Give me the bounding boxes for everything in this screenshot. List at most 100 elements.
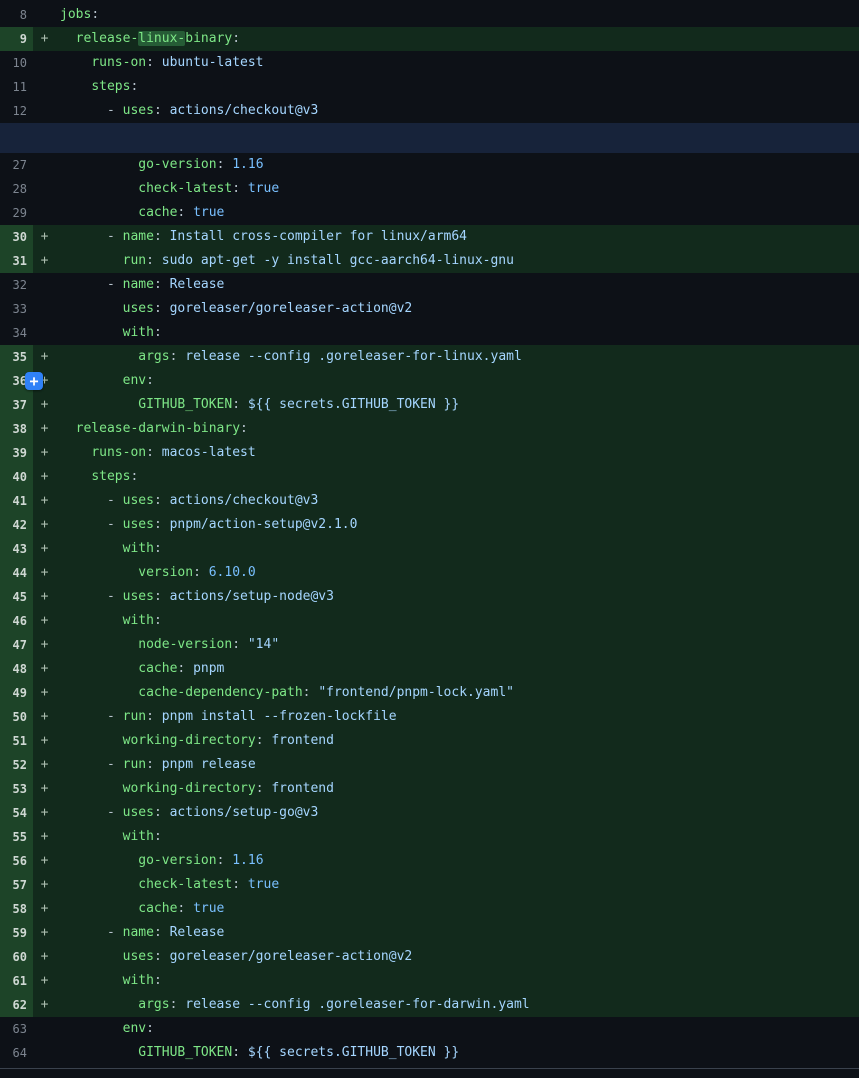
diff-line-40: 40+ steps:: [0, 465, 859, 489]
line-number[interactable]: 12: [0, 99, 33, 123]
line-number[interactable]: 52: [0, 753, 33, 777]
line-number[interactable]: 28: [0, 177, 33, 201]
diff-marker: +: [33, 897, 56, 921]
line-number[interactable]: 29: [0, 201, 33, 225]
line-number[interactable]: 63: [0, 1017, 33, 1041]
line-number[interactable]: 35: [0, 345, 33, 369]
diff-line-45: 45+ - uses: actions/setup-node@v3: [0, 585, 859, 609]
file-bottom-divider: [0, 1068, 859, 1069]
line-number[interactable]: 54: [0, 801, 33, 825]
diff-marker: +: [33, 609, 56, 633]
code-line: with:: [56, 969, 162, 993]
diff-line-32: 32 - name: Release: [0, 273, 859, 297]
diff-line-62: 62+ args: release --config .goreleaser-f…: [0, 993, 859, 1017]
line-number[interactable]: 42: [0, 513, 33, 537]
code-line: steps:: [56, 75, 138, 99]
diff-rows: 8 jobs:9+ release-linux-binary:10 runs-on…: [0, 3, 859, 1065]
code-line: jobs:: [56, 3, 99, 27]
line-number[interactable]: 56: [0, 849, 33, 873]
line-number[interactable]: 62: [0, 993, 33, 1017]
diff-marker: +: [33, 657, 56, 681]
diff-marker: [33, 153, 56, 177]
diff-marker: +: [33, 873, 56, 897]
line-number[interactable]: 41: [0, 489, 33, 513]
line-number[interactable]: 9: [0, 27, 33, 51]
line-number[interactable]: 31: [0, 249, 33, 273]
diff-line-11: 11 steps:: [0, 75, 859, 99]
line-number[interactable]: 57: [0, 873, 33, 897]
line-number[interactable]: 38: [0, 417, 33, 441]
diff-marker: +: [33, 705, 56, 729]
code-line: check-latest: true: [56, 873, 279, 897]
line-number[interactable]: 27: [0, 153, 33, 177]
diff-marker: +: [33, 489, 56, 513]
diff-line-51: 51+ working-directory: frontend: [0, 729, 859, 753]
line-number[interactable]: 30: [0, 225, 33, 249]
code-line: - run: pnpm release: [56, 753, 256, 777]
diff-marker: +: [33, 945, 56, 969]
line-number[interactable]: 58: [0, 897, 33, 921]
line-number[interactable]: 45: [0, 585, 33, 609]
code-line: working-directory: frontend: [56, 729, 334, 753]
diff-marker: [33, 1017, 56, 1041]
line-number[interactable]: 49: [0, 681, 33, 705]
line-number[interactable]: 55: [0, 825, 33, 849]
code-line: runs-on: ubuntu-latest: [56, 51, 264, 75]
line-number[interactable]: 59: [0, 921, 33, 945]
line-number[interactable]: 10: [0, 51, 33, 75]
line-number[interactable]: 8: [0, 3, 33, 27]
diff-marker: +: [33, 417, 56, 441]
line-number[interactable]: 11: [0, 75, 33, 99]
code-line: with:: [56, 609, 162, 633]
code-line: args: release --config .goreleaser-for-l…: [56, 345, 522, 369]
line-number[interactable]: 32: [0, 273, 33, 297]
line-number[interactable]: 53: [0, 777, 33, 801]
line-number[interactable]: 47: [0, 633, 33, 657]
line-number[interactable]: 43: [0, 537, 33, 561]
line-number[interactable]: 64: [0, 1041, 33, 1065]
diff-marker: +: [33, 801, 56, 825]
diff-marker: [33, 51, 56, 75]
diff-line-54: 54+ - uses: actions/setup-go@v3: [0, 801, 859, 825]
diff-line-48: 48+ cache: pnpm: [0, 657, 859, 681]
diff-line-9: 9+ release-linux-binary:: [0, 27, 859, 51]
expand-hunk-row[interactable]: [0, 123, 859, 153]
code-line: run: sudo apt-get -y install gcc-aarch64…: [56, 249, 514, 273]
line-number[interactable]: 50: [0, 705, 33, 729]
code-line: uses: goreleaser/goreleaser-action@v2: [56, 297, 412, 321]
line-number[interactable]: 33: [0, 297, 33, 321]
line-number[interactable]: 34: [0, 321, 33, 345]
code-line: node-version: "14": [56, 633, 279, 657]
line-number[interactable]: 40: [0, 465, 33, 489]
line-number[interactable]: 48: [0, 657, 33, 681]
line-number[interactable]: 61: [0, 969, 33, 993]
line-number[interactable]: 39: [0, 441, 33, 465]
diff-marker: [33, 75, 56, 99]
diff-line-10: 10 runs-on: ubuntu-latest: [0, 51, 859, 75]
diff-marker: +: [33, 921, 56, 945]
diff-line-59: 59+ - name: Release: [0, 921, 859, 945]
diff-line-39: 39+ runs-on: macos-latest: [0, 441, 859, 465]
diff-line-49: 49+ cache-dependency-path: "frontend/pnp…: [0, 681, 859, 705]
diff-line-12: 12 - uses: actions/checkout@v3: [0, 99, 859, 123]
line-number[interactable]: 51: [0, 729, 33, 753]
diff-marker: +: [33, 993, 56, 1017]
line-number[interactable]: 37: [0, 393, 33, 417]
diff-marker: +: [33, 345, 56, 369]
line-number[interactable]: 44: [0, 561, 33, 585]
diff-marker: [33, 177, 56, 201]
code-line: GITHUB_TOKEN: ${{ secrets.GITHUB_TOKEN }…: [56, 393, 459, 417]
diff-line-46: 46+ with:: [0, 609, 859, 633]
line-number[interactable]: 46: [0, 609, 33, 633]
diff-marker: [33, 1041, 56, 1065]
diff-marker: [33, 321, 56, 345]
diff-line-57: 57+ check-latest: true: [0, 873, 859, 897]
diff-marker: +: [33, 753, 56, 777]
diff-line-60: 60+ uses: goreleaser/goreleaser-action@v…: [0, 945, 859, 969]
code-line: args: release --config .goreleaser-for-d…: [56, 993, 530, 1017]
add-comment-button[interactable]: +: [25, 372, 43, 390]
line-number[interactable]: 60: [0, 945, 33, 969]
diff-line-64: 64 GITHUB_TOKEN: ${{ secrets.GITHUB_TOKE…: [0, 1041, 859, 1065]
code-line: with:: [56, 825, 162, 849]
diff-line-61: 61+ with:: [0, 969, 859, 993]
